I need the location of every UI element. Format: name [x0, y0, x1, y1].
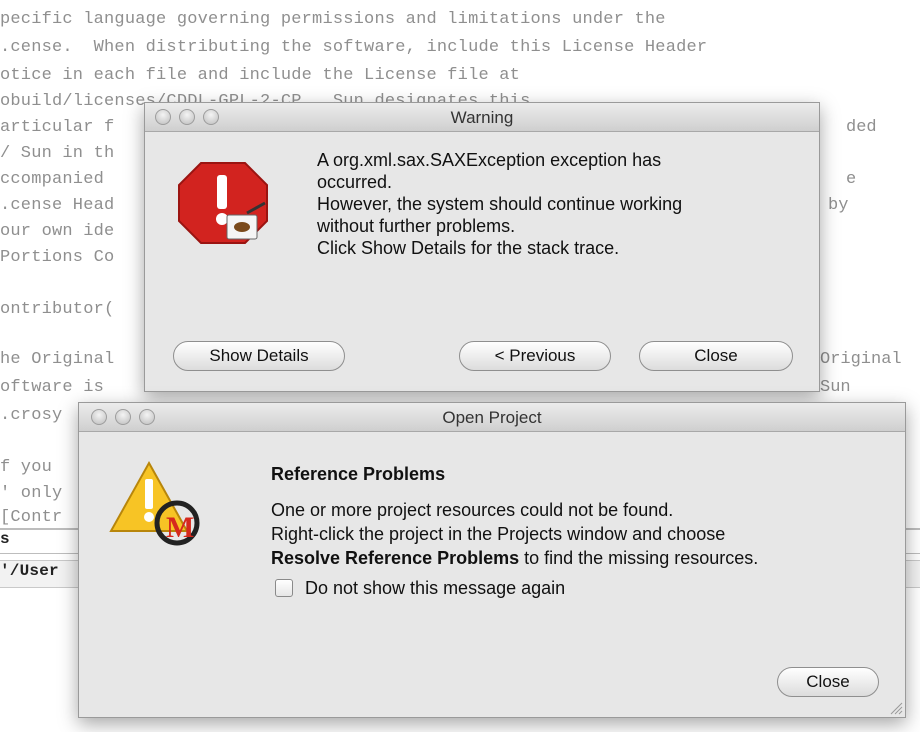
code-line: pecific language governing permissions a…: [0, 10, 666, 29]
code-line: oftware is: [0, 378, 105, 397]
code-line: .crosy: [0, 406, 63, 425]
open-project-titlebar[interactable]: Open Project: [79, 403, 905, 432]
show-details-button[interactable]: Show Details: [173, 341, 345, 371]
code-line: .cense. When distributing the software, …: [0, 38, 708, 57]
warning-triangle-icon: M: [107, 457, 203, 549]
message-line: without further problems.: [317, 216, 516, 236]
code-line: Portions Co: [0, 248, 115, 267]
code-fragment: Original: [820, 350, 902, 369]
path-line: '/User: [0, 562, 59, 580]
close-button[interactable]: Close: [639, 341, 793, 371]
code-line: articular f: [0, 118, 115, 137]
warning-message: A org.xml.sax.SAXException exception has…: [317, 149, 682, 259]
stop-sign-icon: [175, 155, 271, 251]
message-line: A org.xml.sax.SAXException exception has: [317, 150, 662, 170]
resize-grip-icon[interactable]: [889, 701, 903, 715]
code-fragment: e: [846, 170, 857, 189]
code-line: our own ide: [0, 222, 115, 241]
reference-body-line: Resolve Reference Problems to find the m…: [271, 547, 758, 569]
previous-button[interactable]: < Previous: [459, 341, 611, 371]
code-line: he Original: [0, 350, 115, 369]
reference-body-tail: to find the missing resources.: [519, 548, 759, 568]
code-line: ' only: [0, 484, 63, 503]
reference-body-line: One or more project resources could not …: [271, 500, 674, 520]
resolve-reference-problems-text: Resolve Reference Problems: [271, 548, 520, 568]
reference-problems-heading: Reference Problems: [271, 464, 446, 484]
code-fragment: ded: [846, 118, 877, 137]
dialog-title: Warning: [450, 108, 514, 127]
code-line: .cense Head: [0, 196, 115, 215]
do-not-show-checkbox[interactable]: [275, 579, 293, 597]
status-line: s: [0, 530, 10, 548]
warning-dialog: Warning A org.xml.sax.SAXException excep…: [144, 102, 820, 392]
code-line: otice in each file and include the Licen…: [0, 66, 521, 85]
message-line: occurred.: [317, 172, 393, 192]
svg-text:M: M: [166, 511, 194, 544]
code-line: / Sun in th: [0, 144, 115, 163]
code-line: ccompanied: [0, 170, 105, 189]
warning-titlebar[interactable]: Warning: [145, 103, 819, 132]
code-line: ontributor(: [0, 300, 115, 319]
code-fragment: by: [828, 196, 849, 215]
close-button[interactable]: Close: [777, 667, 879, 697]
message-line: However, the system should continue work…: [317, 194, 683, 214]
open-project-dialog: Open Project M Reference Problems One or…: [78, 402, 906, 718]
checkbox-label[interactable]: Do not show this message again: [305, 577, 565, 599]
reference-body-line: Right-click the project in the Projects …: [271, 524, 726, 544]
message-line: Click Show Details for the stack trace.: [317, 238, 620, 258]
code-line: [Contr: [0, 508, 63, 527]
code-fragment: Sun: [820, 378, 851, 397]
dialog-title: Open Project: [442, 408, 542, 427]
code-line: f you: [0, 458, 53, 477]
